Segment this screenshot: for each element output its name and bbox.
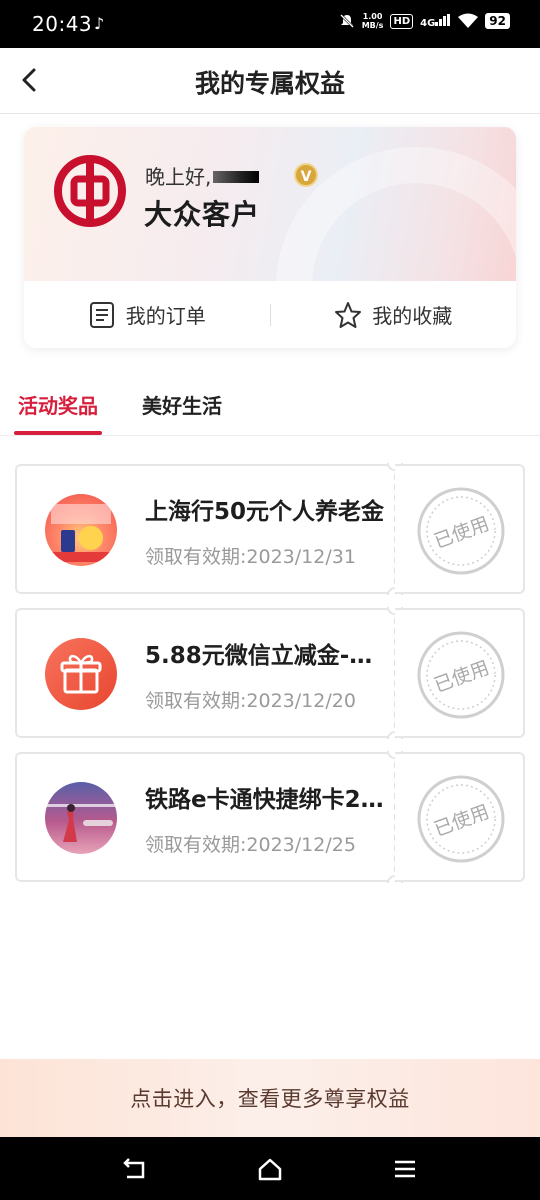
page-title: 我的专属权益 bbox=[194, 69, 345, 98]
greeting-text: 晚上好, bbox=[145, 165, 212, 189]
tab-good-life[interactable]: 美好生活 bbox=[142, 390, 222, 419]
profile-card: 晚上好, V 大众客户 我的订单 我的收藏 bbox=[24, 127, 516, 348]
speed-value: 1.00 bbox=[362, 12, 383, 21]
my-orders-label: 我的订单 bbox=[125, 304, 206, 328]
home-nav-icon[interactable] bbox=[256, 1155, 284, 1183]
back-nav-icon[interactable] bbox=[121, 1155, 149, 1183]
vip-badge-icon: V bbox=[294, 163, 318, 187]
coupon-status-area: 已使用 bbox=[395, 608, 525, 738]
wifi-icon bbox=[458, 13, 479, 28]
bank-of-china-logo bbox=[54, 155, 126, 227]
active-tab-indicator bbox=[14, 431, 102, 435]
signal-4g: 4G bbox=[420, 13, 451, 29]
mute-icon bbox=[339, 14, 354, 28]
tab-activity-prizes[interactable]: 活动奖品 bbox=[18, 390, 98, 419]
coupon-body: 上海行50元个人养老金 领取有效期:2023/12/31 bbox=[15, 464, 395, 594]
coupon-thumbnail bbox=[45, 782, 117, 854]
used-stamp-icon: 已使用 bbox=[417, 631, 505, 719]
signal-bars-icon bbox=[435, 13, 451, 26]
more-benefits-label: 点击进入，查看更多尊享权益 bbox=[130, 1087, 410, 1111]
star-icon bbox=[335, 301, 362, 328]
used-stamp-icon: 已使用 bbox=[417, 775, 505, 863]
used-stamp-text: 已使用 bbox=[431, 801, 492, 841]
category-tabs: 活动奖品 美好生活 bbox=[0, 378, 540, 436]
more-benefits-banner[interactable]: 点击进入，查看更多尊享权益 bbox=[0, 1059, 540, 1137]
customer-level: 大众客户 bbox=[144, 198, 261, 231]
network-type: 4G bbox=[420, 17, 436, 29]
used-stamp-text: 已使用 bbox=[431, 657, 492, 697]
coupon-thumbnail bbox=[45, 638, 117, 710]
system-nav-bar bbox=[0, 1137, 540, 1200]
coupon-title: 5.88元微信立减金-新客 bbox=[145, 643, 391, 669]
railway-promo-image-icon bbox=[45, 804, 117, 842]
my-favorites-label: 我的收藏 bbox=[372, 304, 453, 328]
profile-actions: 我的订单 我的收藏 bbox=[24, 281, 516, 348]
my-orders-button[interactable]: 我的订单 bbox=[24, 300, 270, 329]
coupon-item[interactable]: 铁路e卡通快捷绑卡200元 领取有效期:2023/12/25 已使用 bbox=[15, 751, 525, 883]
used-stamp-text: 已使用 bbox=[431, 513, 492, 553]
coupon-status-area: 已使用 bbox=[395, 752, 525, 882]
my-favorites-button[interactable]: 我的收藏 bbox=[271, 300, 517, 329]
used-stamp-icon: 已使用 bbox=[417, 487, 505, 575]
coupon-validity: 领取有效期:2023/12/25 bbox=[145, 834, 356, 856]
page-header: 我的专属权益 bbox=[0, 48, 540, 114]
coupon-title: 铁路e卡通快捷绑卡200元 bbox=[145, 787, 391, 813]
gift-icon bbox=[60, 654, 102, 694]
status-icons: 1.00 MB/s HD 4G 92 bbox=[339, 12, 510, 30]
coupon-body: 铁路e卡通快捷绑卡200元 领取有效期:2023/12/25 bbox=[15, 752, 395, 882]
coupon-item[interactable]: 上海行50元个人养老金 领取有效期:2023/12/31 已使用 bbox=[15, 463, 525, 595]
network-speed: 1.00 MB/s bbox=[362, 12, 384, 30]
promo-image-icon bbox=[49, 504, 113, 562]
battery-indicator: 92 bbox=[485, 13, 510, 29]
coupon-validity: 领取有效期:2023/12/31 bbox=[145, 546, 356, 568]
coupon-item[interactable]: 5.88元微信立减金-新客 领取有效期:2023/12/20 已使用 bbox=[15, 607, 525, 739]
greeting-row: 晚上好, bbox=[145, 161, 260, 190]
coupon-validity: 领取有效期:2023/12/20 bbox=[145, 690, 356, 712]
coupon-body: 5.88元微信立减金-新客 领取有效期:2023/12/20 bbox=[15, 608, 395, 738]
tiktok-notification-icon: ♪ bbox=[94, 14, 105, 33]
coupon-status-area: 已使用 bbox=[395, 464, 525, 594]
order-list-icon bbox=[89, 301, 114, 328]
masked-username bbox=[213, 170, 260, 183]
speed-unit: MB/s bbox=[361, 21, 384, 30]
hd-badge: HD bbox=[390, 13, 414, 29]
coupon-title: 上海行50元个人养老金 bbox=[145, 499, 385, 525]
status-time: 20:43 bbox=[32, 12, 93, 36]
status-bar: 20:43 ♪ 1.00 MB/s HD 4G 92 bbox=[0, 0, 540, 48]
menu-nav-icon[interactable] bbox=[391, 1155, 419, 1183]
profile-banner: 晚上好, V 大众客户 bbox=[24, 127, 516, 348]
coupon-thumbnail bbox=[45, 494, 117, 566]
